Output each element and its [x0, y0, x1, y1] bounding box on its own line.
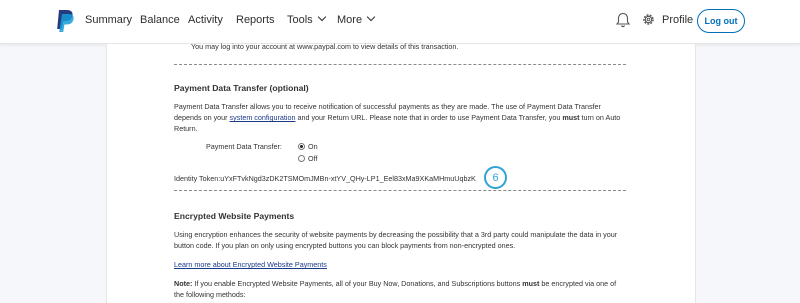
nav-more[interactable]: More [337, 12, 376, 26]
step-badge: 6 [484, 166, 507, 189]
notifications-bell-icon[interactable] [616, 12, 630, 28]
learn-more-ewp-link[interactable]: Learn more about Encrypted Website Payme… [174, 260, 327, 269]
note-text: If you enable Encrypted Website Payments… [192, 279, 523, 288]
learn-more-ewp[interactable]: Learn more about Encrypted Website Payme… [174, 259, 327, 270]
profile-link[interactable]: Profile [662, 14, 693, 26]
note-label: Note: [174, 279, 193, 288]
ewp-description-line1: Using encryption enhances the security o… [174, 230, 618, 239]
paypal-logo-icon[interactable] [55, 9, 75, 33]
chevron-down-icon [317, 12, 326, 22]
nav-more-label: More [337, 14, 363, 26]
pdt-description-line3: Return. [174, 124, 198, 133]
ewp-note-line1: Note: If you enable Encrypted Website Pa… [174, 278, 616, 289]
chevron-down-icon [366, 12, 376, 22]
section-divider [174, 64, 626, 65]
pdt-heading: Payment Data Transfer (optional) [174, 83, 309, 93]
ewp-description-line2: button code. If you plan on only using e… [174, 241, 516, 250]
radio-on[interactable] [298, 143, 305, 150]
nav-tools[interactable]: Tools [287, 12, 326, 26]
settings-gear-icon[interactable] [641, 12, 656, 27]
pdt-option-off[interactable]: Off [298, 153, 317, 164]
nav-summary[interactable]: Summary [85, 14, 132, 26]
pdt-emphasis: must [562, 113, 580, 122]
section-divider [174, 190, 626, 191]
nav-activity[interactable]: Activity [188, 14, 223, 26]
note-emphasis: must [522, 279, 540, 288]
pdt-option-off-label: Off [308, 154, 318, 163]
pdt-description-line1: Payment Data Transfer allows you to rece… [174, 102, 601, 111]
system-configuration-link[interactable]: system configuration [230, 113, 296, 122]
pdt-setting-label: Payment Data Transfer: [206, 142, 282, 151]
pdt-text: and your Return URL. Please note that in… [295, 113, 563, 122]
pdt-option-on-label: On [308, 142, 318, 151]
pdt-text: turn on Auto [579, 113, 621, 122]
identity-token: Identity Token:uYxFTvkNgd3zDK2TSMOmJMBn-… [174, 174, 476, 183]
nav-reports[interactable]: Reports [236, 14, 275, 26]
top-navigation: Summary Balance Activity Reports Tools M… [0, 0, 800, 44]
radio-off[interactable] [298, 155, 305, 162]
logout-button[interactable]: Log out [697, 9, 745, 33]
ewp-note-line2: the following methods: [174, 290, 246, 299]
pdt-option-on[interactable]: On [298, 141, 318, 152]
nav-tools-label: Tools [287, 14, 313, 26]
pdt-description-line2: depends on your system configuration and… [174, 112, 620, 123]
ewp-heading: Encrypted Website Payments [174, 211, 295, 221]
note-text: be encrypted via one of [539, 279, 617, 288]
transaction-note: You may log into your account at www.pay… [191, 42, 459, 51]
pdt-text: depends on your [174, 113, 230, 122]
nav-balance[interactable]: Balance [140, 14, 180, 26]
